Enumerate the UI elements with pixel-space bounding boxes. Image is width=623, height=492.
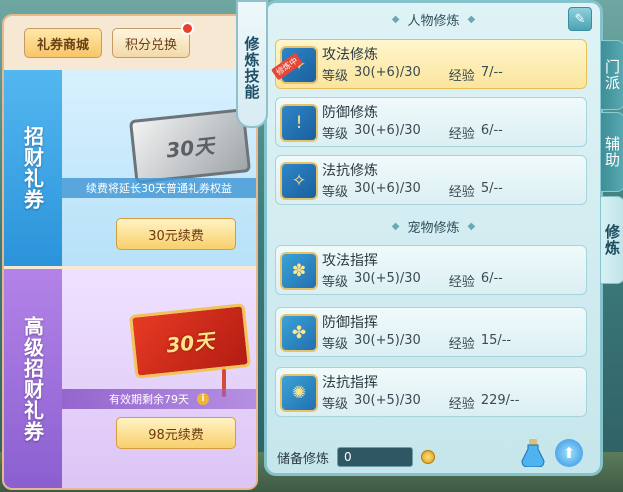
level-value: 30(+5)/30 — [354, 333, 421, 348]
card-title: 高级招财礼券 — [20, 315, 45, 442]
gift-card-normal: 招财礼券 30天 续费将延长30天普通礼券权益 30元续费 — [4, 70, 256, 266]
exp-value: 7/-- — [480, 65, 503, 80]
skill-stats: 等级 30(+5)/30 经验 229/-- — [322, 393, 519, 412]
header-deco-icon: ◆ — [467, 13, 476, 25]
tab-cultivation[interactable]: 修炼 — [600, 196, 623, 284]
skill-stats: 等级 30(+6)/30 经验 5/-- — [322, 181, 503, 200]
exp-value: 6/-- — [480, 271, 503, 286]
skill-stats: 等级 30(+6)/30 经验 6/-- — [322, 123, 503, 142]
card-title: 招财礼券 — [20, 126, 45, 210]
gold-ticket-image: 30天 — [128, 303, 252, 379]
header-deco-icon: ◆ — [391, 13, 400, 25]
silver-ticket-image: 30天 — [128, 108, 252, 184]
shop-tab-bar: 礼券商城 积分兑换 — [24, 22, 195, 58]
coin-icon[interactable] — [421, 450, 436, 464]
pet-attack-icon: ✽ — [280, 252, 318, 290]
skill-stats: 等级 30(+5)/30 经验 15/-- — [322, 333, 511, 352]
skill-row-defense[interactable]: ! 防御修炼 等级 30(+6)/30 经验 6/-- — [275, 97, 587, 147]
exp-label: 经验 — [448, 275, 475, 290]
skill-row-magic-resist[interactable]: ✧ 法抗修炼 等级 30(+6)/30 经验 5/-- — [275, 155, 587, 205]
upgrade-arrow-icon[interactable]: ⬆ — [555, 439, 583, 467]
level-label: 等级 — [322, 275, 349, 290]
exp-value: 6/-- — [480, 123, 503, 138]
skill-row-pet-attack[interactable]: ✽ 攻法指挥 等级 30(+5)/30 经验 6/-- — [275, 245, 587, 295]
section-title: 宠物修炼 — [407, 220, 460, 236]
skill-row-attack-magic[interactable]: ✦ 修炼中 攻法修炼 等级 30(+6)/30 经验 7/-- — [270, 39, 587, 89]
header-deco-icon: ◆ — [391, 220, 400, 232]
renew-30-button[interactable]: 30元续费 — [116, 218, 236, 250]
tab-cultivation-skills[interactable]: 修炼技能 — [236, 0, 268, 128]
level-label: 等级 — [322, 397, 349, 412]
gift-shop-panel: 礼券商城 积分兑换 招财礼券 30天 续费将延长30天普通礼券权益 30元续费 … — [2, 14, 258, 490]
header-deco-icon: ◆ — [467, 220, 476, 232]
exp-label: 经验 — [448, 69, 475, 84]
skill-name: 法抗指挥 — [322, 375, 378, 391]
exp-value: 229/-- — [480, 393, 520, 408]
pet-section-header: ◆ 宠物修炼 ◆ — [267, 215, 600, 237]
level-label: 等级 — [322, 185, 349, 200]
level-value: 30(+5)/30 — [354, 271, 421, 286]
ticket-label: 30天 — [165, 328, 216, 357]
renew-98-button[interactable]: 98元续费 — [116, 417, 236, 449]
gift-card-premium: 高级招财礼券 30天 有效期剩余79天 i 98元续费 — [4, 269, 256, 488]
skill-name: 防御指挥 — [322, 315, 378, 331]
info-icon[interactable]: i — [197, 393, 209, 405]
skill-name: 法抗修炼 — [322, 163, 378, 179]
card-note: 有效期剩余79天 i — [62, 389, 256, 409]
exp-value: 5/-- — [480, 181, 503, 196]
level-value: 30(+5)/30 — [354, 393, 421, 408]
tab-label: 修炼技能 — [242, 36, 261, 100]
skill-name: 攻法指挥 — [322, 253, 378, 269]
card-note-text: 有效期剩余79天 — [109, 393, 189, 406]
card-side-banner: 招财礼券 — [4, 70, 62, 266]
card-note-text: 续费将延长30天普通礼券权益 — [86, 182, 232, 195]
exp-label: 经验 — [448, 127, 475, 142]
tab-assist[interactable]: 辅助 — [600, 112, 623, 192]
pet-resist-icon: ✺ — [280, 374, 318, 412]
level-value: 30(+6)/30 — [354, 65, 421, 80]
level-label: 等级 — [322, 337, 349, 352]
ticket-label: 30天 — [165, 133, 216, 162]
skill-row-pet-defense[interactable]: ✤ 防御指挥 等级 30(+5)/30 经验 15/-- — [275, 307, 587, 357]
reserve-label: 储备修炼 — [277, 451, 330, 467]
cultivation-panel: ◆ 人物修炼 ◆ ✎ ✦ 修炼中 攻法修炼 等级 30(+6)/30 经验 7/… — [264, 0, 603, 476]
exp-label: 经验 — [448, 185, 475, 200]
tab-gift-shop[interactable]: 礼券商城 — [24, 28, 103, 58]
magic-resist-icon: ✧ — [280, 162, 318, 200]
skill-stats: 等级 30(+6)/30 经验 7/-- — [322, 65, 503, 84]
exp-label: 经验 — [448, 397, 475, 412]
character-section-header: ◆ 人物修炼 ◆ — [267, 8, 600, 30]
exp-label: 经验 — [448, 337, 475, 352]
level-value: 30(+6)/30 — [354, 181, 421, 196]
notification-dot — [181, 22, 195, 35]
level-label: 等级 — [322, 69, 349, 84]
skill-row-pet-resist[interactable]: ✺ 法抗指挥 等级 30(+5)/30 经验 229/-- — [275, 367, 587, 417]
defense-icon: ! — [280, 104, 318, 142]
reserve-input[interactable]: 0 — [337, 447, 414, 467]
level-value: 30(+6)/30 — [354, 123, 421, 138]
level-label: 等级 — [322, 127, 349, 142]
tab-label: 修炼 — [603, 224, 621, 256]
edit-icon[interactable]: ✎ — [568, 7, 592, 31]
card-side-banner: 高级招财礼券 — [4, 269, 62, 488]
potion-icon[interactable] — [521, 439, 545, 467]
tab-sect[interactable]: 门派 — [600, 40, 623, 110]
exp-value: 15/-- — [480, 333, 512, 348]
tab-label: 门派 — [603, 59, 621, 91]
tab-points-exchange[interactable]: 积分兑换 — [112, 28, 191, 58]
pet-defense-icon: ✤ — [280, 314, 318, 352]
section-title: 人物修炼 — [407, 13, 460, 29]
tab-label: 辅助 — [603, 136, 621, 168]
reserve-cultivation: 储备修炼 0 — [277, 447, 436, 467]
skill-stats: 等级 30(+5)/30 经验 6/-- — [322, 271, 503, 290]
card-note: 续费将延长30天普通礼券权益 — [62, 178, 256, 198]
skill-name: 防御修炼 — [322, 105, 378, 121]
skill-name: 攻法修炼 — [322, 47, 378, 63]
